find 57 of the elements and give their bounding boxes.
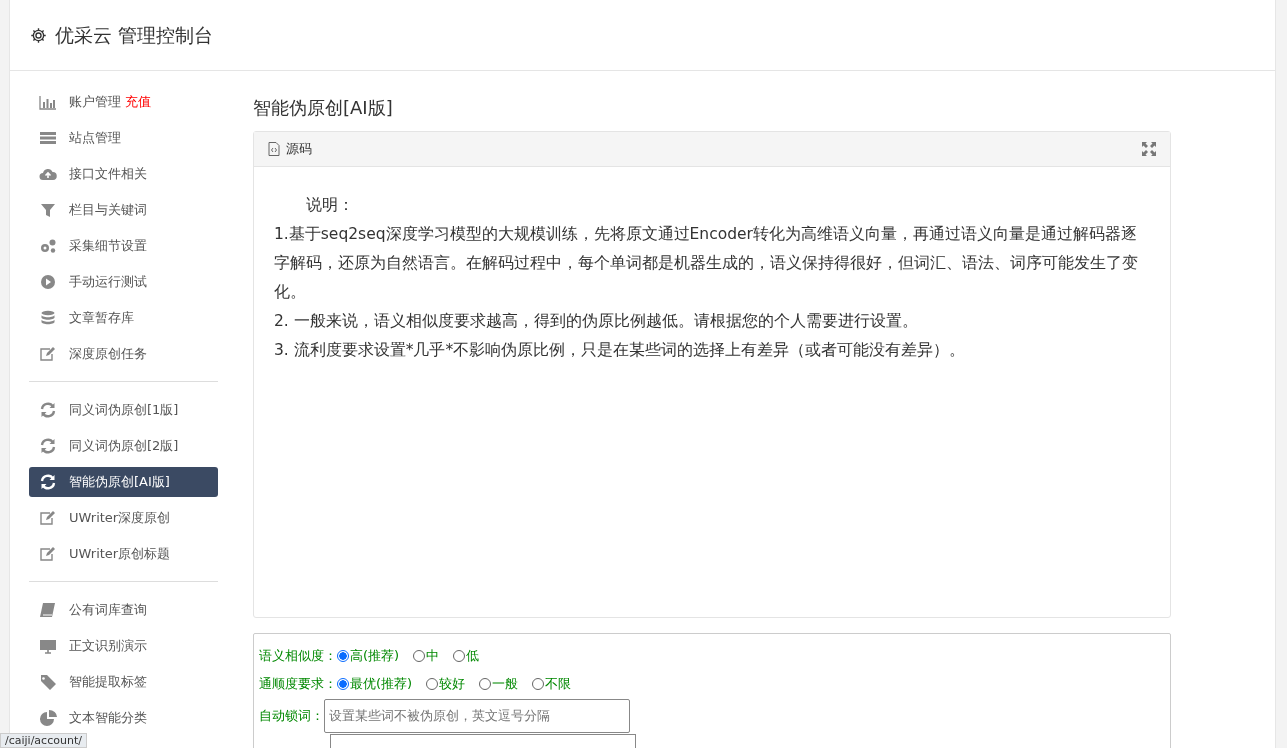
sidebar-item[interactable]: 文章暂存库: [29, 303, 218, 333]
radio-option[interactable]: 较好: [426, 673, 466, 694]
cloud-upload-icon: [39, 166, 57, 182]
database-icon: [39, 310, 57, 326]
field-label: 语义相似度：: [259, 646, 337, 665]
filter-icon: [39, 202, 57, 218]
sidebar-item[interactable]: 深度原创任务: [29, 339, 218, 369]
sidebar-item[interactable]: UWriter深度原创: [29, 503, 218, 533]
sidebar-item[interactable]: 同义词伪原创[1版]: [29, 395, 218, 425]
tag-icon: [39, 674, 57, 690]
refresh-icon: [39, 474, 57, 490]
sidebar-item[interactable]: 采集细节设置: [29, 231, 218, 261]
description-text: 说明：: [305, 194, 355, 216]
lock-words-field[interactable]: 设置某些词不被伪原创，英文逗号分隔: [324, 698, 630, 733]
radio-option[interactable]: 一般: [479, 673, 519, 694]
status-url: /caiji/account/: [0, 733, 87, 748]
description-text: 2. 一般来说，语义相似度要求越高，得到的伪原比例越低。请根据您的个人需要进行设置。: [274, 310, 919, 332]
sidebar-item[interactable]: 手动运行测试: [29, 267, 218, 297]
play-circle-icon: [39, 274, 57, 290]
radio-option[interactable]: 高(推荐): [337, 645, 400, 666]
sidebar-item[interactable]: 接口文件相关: [29, 159, 218, 189]
refresh-icon: [39, 438, 57, 454]
sidebar-item[interactable]: 正文识别演示: [29, 631, 218, 661]
app-title: 优采云 管理控制台: [55, 22, 214, 48]
page-title: 智能伪原创[AI版]: [253, 97, 394, 119]
recharge-label[interactable]: 充值: [125, 92, 151, 112]
fullscreen-icon[interactable]: [1142, 141, 1156, 156]
field-label: 自动锁词：: [259, 706, 324, 725]
description-text: 3. 流利度要求设置*几乎*不影响伪原比例，只是在某些词的选择上有差异（或者可能没有差异）。: [274, 339, 967, 361]
server-icon: [39, 130, 57, 146]
edit-icon: [39, 510, 57, 526]
code-file-icon: [268, 141, 280, 156]
source-tab[interactable]: 源码: [286, 138, 312, 159]
sidebar-item[interactable]: 智能伪原创[AI版]: [29, 467, 218, 497]
bar-chart-icon: [39, 94, 57, 110]
text-field[interactable]: [330, 733, 636, 748]
radio-option[interactable]: 不限: [532, 673, 572, 694]
sidebar-item[interactable]: 文本智能分类: [29, 703, 218, 733]
sidebar-item[interactable]: 站点管理: [29, 123, 218, 153]
edit-icon: [39, 546, 57, 562]
edit-icon: [39, 346, 57, 362]
gear-icon: [30, 26, 47, 44]
sidebar-item[interactable]: 栏目与关键词: [29, 195, 218, 225]
refresh-icon: [39, 402, 57, 418]
radio-option[interactable]: 最优(推荐): [337, 673, 413, 694]
pie-chart-icon: [39, 710, 57, 726]
sidebar-item[interactable]: 账户管理 充值: [29, 87, 218, 117]
description-text: 1.基于seq2seq深度学习模型的大规模训练，先将原文通过Encoder转化为高维语义向量，再通过语义向量是通过解码器逐字解码，还原为自然语言。在解码过程中，每个单词都是机器生成的，语义保持得很好，但词汇、语法、词序可能发生了变化。: [274, 223, 1139, 303]
radio-option[interactable]: 中: [413, 645, 440, 666]
field-label: 通顺度要求：: [259, 674, 337, 693]
sidebar-item[interactable]: 公有词库查询: [29, 595, 218, 625]
radio-option[interactable]: 低: [453, 645, 480, 666]
monitor-icon: [39, 638, 57, 654]
sidebar-item[interactable]: 同义词伪原创[2版]: [29, 431, 218, 461]
sidebar-item[interactable]: UWriter原创标题: [29, 539, 218, 569]
sidebar-item[interactable]: 智能提取标签: [29, 667, 218, 697]
book-icon: [39, 602, 57, 618]
